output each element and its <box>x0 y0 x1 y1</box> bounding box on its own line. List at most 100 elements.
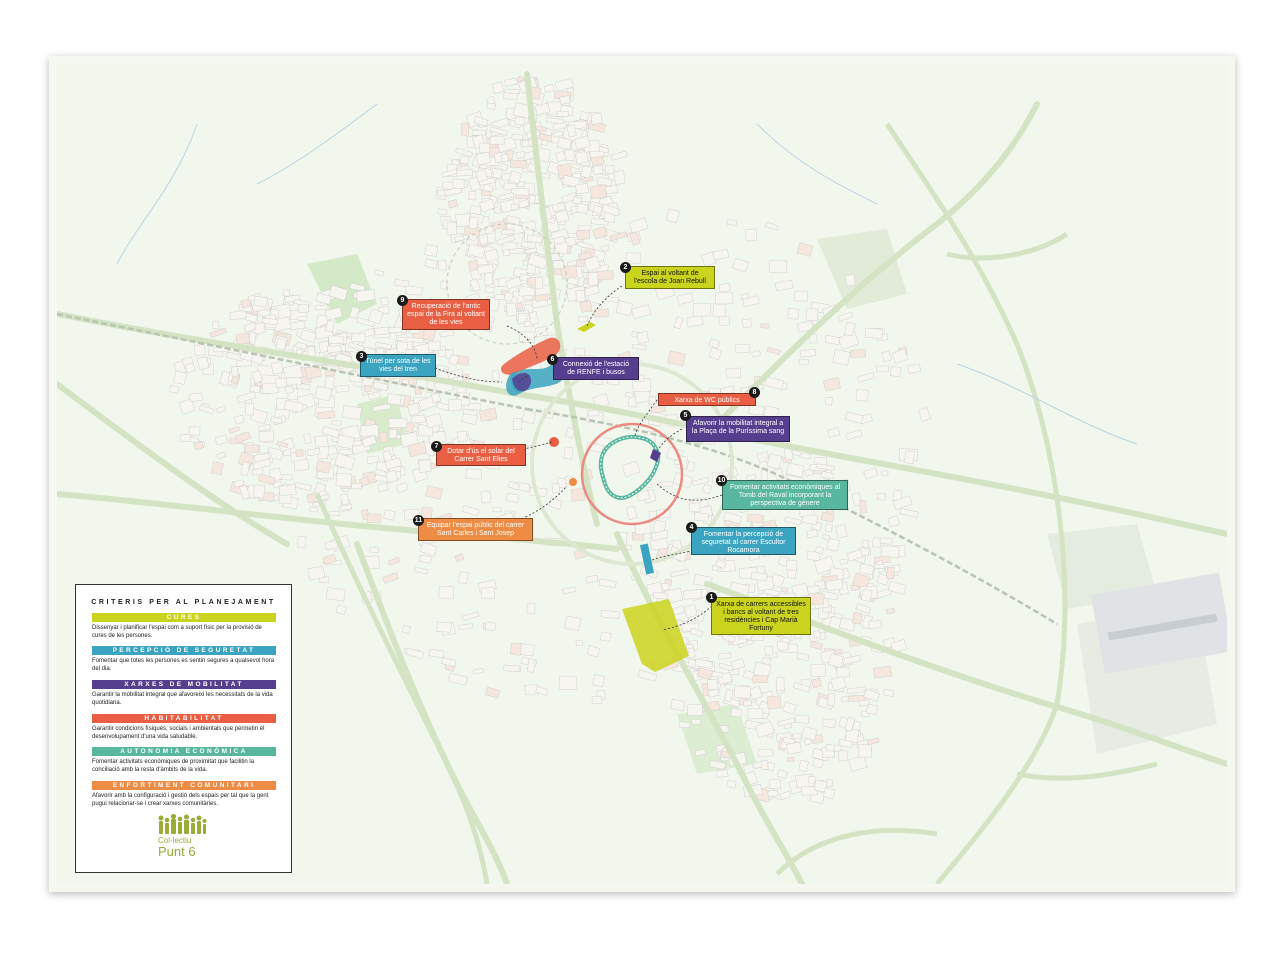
city-block <box>631 304 652 320</box>
city-block <box>625 391 634 398</box>
city-block <box>730 708 742 718</box>
city-block <box>511 187 530 196</box>
city-block <box>792 733 802 740</box>
city-block <box>693 512 709 522</box>
city-block <box>752 675 769 684</box>
city-block <box>799 348 817 358</box>
city-block <box>586 645 601 658</box>
city-block <box>486 102 496 110</box>
callout-2-text: Espai al voltant de l'escola de Joan Reb… <box>634 270 706 285</box>
city-block <box>815 546 824 554</box>
city-block <box>907 363 922 374</box>
city-block <box>683 588 703 600</box>
city-block <box>794 290 808 302</box>
city-block <box>590 112 603 125</box>
callout-2: Espai al voltant de l'escola de Joan Reb… <box>625 266 715 289</box>
city-block <box>863 467 879 480</box>
city-block <box>457 430 468 442</box>
city-block <box>481 587 495 600</box>
city-block <box>845 429 863 441</box>
city-block <box>679 721 691 729</box>
city-block <box>740 293 749 300</box>
city-block <box>455 169 474 177</box>
city-block <box>230 366 239 377</box>
city-block <box>845 274 856 287</box>
city-block <box>585 574 599 584</box>
city-block <box>837 311 853 322</box>
city-block <box>543 84 555 93</box>
city-block <box>314 304 329 311</box>
city-block <box>864 327 883 339</box>
city-block <box>509 159 527 169</box>
city-block <box>776 677 785 691</box>
callout-6-number: 6 <box>547 354 558 365</box>
city-block <box>448 673 468 686</box>
city-block <box>824 334 841 346</box>
city-block <box>431 392 441 404</box>
city-block <box>615 300 633 317</box>
city-block <box>779 790 792 801</box>
city-block <box>576 202 589 214</box>
city-block <box>479 142 490 153</box>
callout-8-number: 8 <box>749 387 760 398</box>
callout-5-number: 5 <box>680 410 691 421</box>
city-block <box>526 234 543 244</box>
city-block <box>303 432 312 444</box>
city-block <box>795 714 810 724</box>
city-block <box>555 210 570 224</box>
city-block <box>577 316 589 322</box>
city-block <box>342 405 362 420</box>
city-block <box>216 405 227 414</box>
city-block <box>379 432 388 443</box>
city-block <box>757 749 774 757</box>
city-block <box>575 639 583 647</box>
city-block <box>712 303 727 318</box>
city-block <box>366 455 380 464</box>
city-block <box>465 468 482 480</box>
city-block <box>807 585 820 595</box>
city-block <box>587 409 600 417</box>
callout-11: Equipar l'espai públic del carrer Sant C… <box>418 518 533 541</box>
legend-text-mobilitat: Garantir la mobilitat integral que afavo… <box>92 692 273 706</box>
city-block <box>244 403 255 416</box>
city-block <box>366 513 381 524</box>
city-block <box>179 434 191 442</box>
city-block <box>741 318 752 329</box>
city-block <box>825 396 833 406</box>
callout-3-number: 3 <box>356 351 367 362</box>
city-block <box>216 451 227 460</box>
city-block <box>918 407 931 422</box>
city-block <box>574 151 589 165</box>
callout-11-number: 11 <box>413 515 424 526</box>
city-block <box>785 559 798 571</box>
city-block <box>692 477 710 486</box>
city-block <box>468 260 479 272</box>
city-block <box>718 315 730 326</box>
callout-10: Fomentar activitats econòmiques al Tomb … <box>722 480 848 510</box>
city-block <box>575 183 590 195</box>
city-block <box>769 260 787 273</box>
city-block <box>889 366 902 377</box>
legend-heading-cures: CURES <box>92 613 276 622</box>
city-block <box>726 779 737 789</box>
callout-5: Afavorir la mobilitat integral a la Plaç… <box>686 416 790 442</box>
city-block <box>787 308 800 320</box>
city-block <box>672 605 685 616</box>
logo-text: Col·lectiu Punt 6 <box>158 836 208 858</box>
city-block <box>460 155 469 164</box>
city-block <box>436 401 450 412</box>
city-block <box>193 344 206 356</box>
city-block <box>472 667 484 675</box>
city-block <box>806 529 818 539</box>
city-block <box>559 95 571 105</box>
city-block <box>309 506 319 513</box>
legend-text-habitabilitat: Garantir condicions físiques, socials i … <box>92 726 265 740</box>
city-block <box>428 648 445 658</box>
city-block <box>589 184 608 200</box>
area-2-school <box>577 322 596 332</box>
city-block <box>827 427 841 438</box>
city-block <box>760 323 770 329</box>
city-block <box>879 537 893 545</box>
city-block <box>489 135 505 145</box>
city-block <box>418 459 432 473</box>
